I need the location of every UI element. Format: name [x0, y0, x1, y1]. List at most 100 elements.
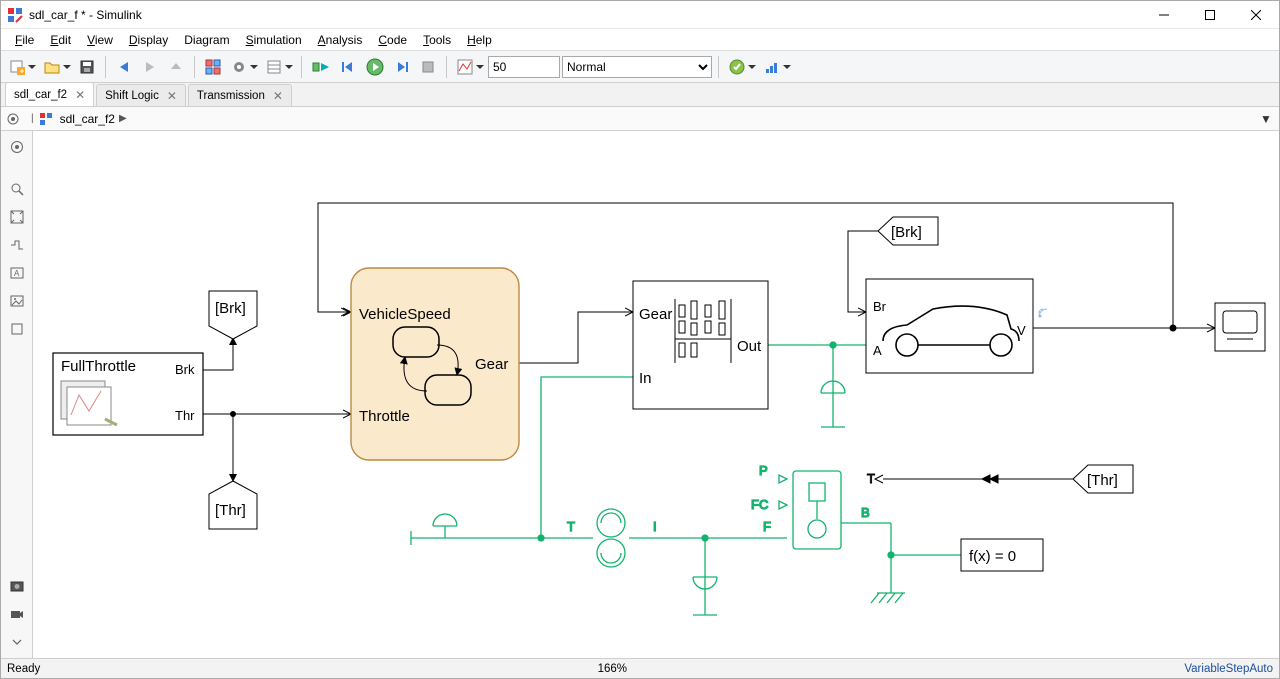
breadcrumb-bar: | sdl_car_f2 ▶ ▼ [1, 107, 1279, 131]
svg-text:P: P [759, 463, 768, 478]
forward-button[interactable] [138, 55, 162, 79]
step-forward-button[interactable] [390, 55, 414, 79]
status-bar: Ready 166% VariableStepAuto [1, 658, 1279, 678]
tab-shift-logic[interactable]: Shift Logic✕ [96, 84, 186, 106]
dropdown-icon [747, 63, 757, 71]
open-button[interactable] [40, 55, 73, 79]
svg-text:A: A [14, 269, 20, 278]
maximize-button[interactable] [1187, 1, 1233, 29]
close-button[interactable] [1233, 1, 1279, 29]
menu-diagram[interactable]: Diagram [176, 31, 237, 49]
fast-restart-button[interactable] [308, 55, 334, 79]
zoom-fit-button[interactable] [5, 177, 29, 201]
block-stateflow-shift-logic[interactable]: VehicleSpeed Throttle Gear [351, 268, 519, 460]
svg-text:Out: Out [737, 338, 762, 355]
block-transmission[interactable]: Gear In Out [633, 281, 768, 409]
svg-text:A: A [873, 343, 882, 358]
menu-help[interactable]: Help [459, 31, 500, 49]
library-browser-button[interactable] [201, 55, 225, 79]
menu-code[interactable]: Code [370, 31, 415, 49]
tab-close-icon[interactable]: ✕ [75, 88, 85, 102]
svg-text:Br: Br [873, 299, 887, 314]
diagram-svg: T [33, 131, 1279, 657]
record-button[interactable] [5, 602, 29, 626]
tab-transmission[interactable]: Transmission✕ [188, 84, 292, 106]
expand-palette-button[interactable] [5, 630, 29, 654]
block-from-thr[interactable]: [Thr] [1073, 465, 1133, 493]
tab-sdl-car-f2[interactable]: sdl_car_f2✕ [5, 82, 94, 106]
svg-text:I: I [653, 519, 657, 534]
dropdown-icon [782, 63, 792, 71]
svg-text:Throttle: Throttle [359, 408, 410, 425]
image-button[interactable] [5, 289, 29, 313]
status-solver[interactable]: VariableStepAuto [1184, 663, 1273, 675]
menu-analysis[interactable]: Analysis [310, 31, 371, 49]
title-bar: sdl_car_f * - Simulink [1, 1, 1279, 29]
simulink-icon [7, 7, 23, 23]
status-ready: Ready [7, 663, 40, 675]
block-goto-brk[interactable]: [Brk] [209, 291, 257, 339]
palette-bar: A [1, 131, 33, 658]
dropdown-icon [62, 63, 72, 71]
dropdown-icon [249, 63, 259, 71]
fit-to-view-button[interactable] [5, 205, 29, 229]
svg-text:FC: FC [751, 497, 768, 512]
status-zoom: 166% [40, 663, 1184, 675]
menu-edit[interactable]: Edit [42, 31, 79, 49]
block-from-brk[interactable]: [Brk] [878, 217, 938, 245]
dropdown-icon [27, 63, 37, 71]
sample-time-button[interactable] [5, 233, 29, 257]
block-scope[interactable] [1215, 303, 1265, 351]
app-window: sdl_car_f * - Simulink File Edit View Di… [0, 0, 1280, 679]
back-button[interactable] [112, 55, 136, 79]
block-vehicle-body[interactable]: Br A V [866, 279, 1047, 373]
model-explorer-button[interactable] [262, 55, 295, 79]
block-solver-configuration[interactable]: f(x) = 0 [961, 539, 1043, 571]
svg-text:Brk: Brk [175, 362, 195, 377]
up-button[interactable] [164, 55, 188, 79]
breadcrumb-root-icon[interactable] [5, 111, 21, 127]
simulation-mode-select[interactable]: Normal [562, 56, 712, 78]
svg-text:[Thr]: [Thr] [215, 502, 246, 519]
svg-text:F: F [763, 519, 771, 534]
stop-time-input[interactable] [488, 56, 560, 78]
svg-text:VehicleSpeed: VehicleSpeed [359, 306, 451, 323]
model-icon[interactable] [38, 111, 54, 127]
run-button[interactable] [362, 55, 388, 79]
svg-text:FullThrottle: FullThrottle [61, 358, 136, 375]
model-advisor-button[interactable] [725, 55, 758, 79]
step-back-button[interactable] [336, 55, 360, 79]
svg-text:Gear: Gear [639, 306, 672, 323]
new-model-button[interactable] [5, 55, 38, 79]
screenshot-button[interactable] [5, 574, 29, 598]
svg-text:T: T [867, 471, 875, 486]
block-fullthrottle[interactable]: FullThrottle Brk Thr [53, 353, 203, 435]
dropdown-icon [284, 63, 294, 71]
hide-show-explorer-button[interactable] [5, 135, 29, 159]
tab-close-icon[interactable]: ✕ [273, 89, 283, 103]
menu-simulation[interactable]: Simulation [238, 31, 310, 49]
svg-text:Gear: Gear [475, 356, 508, 373]
build-button[interactable] [760, 55, 793, 79]
menu-view[interactable]: View [79, 31, 121, 49]
stop-button[interactable] [416, 55, 440, 79]
menu-bar: File Edit View Display Diagram Simulatio… [1, 29, 1279, 51]
config-button[interactable] [227, 55, 260, 79]
dropdown-icon [475, 63, 485, 71]
minimize-button[interactable] [1141, 1, 1187, 29]
signal-viewer-button[interactable] [453, 55, 486, 79]
menu-file[interactable]: File [7, 31, 42, 49]
diagram-canvas[interactable]: T [33, 131, 1279, 658]
breadcrumb-dropdown[interactable]: ▼ [1257, 112, 1275, 126]
save-button[interactable] [75, 55, 99, 79]
annotation-button[interactable]: A [5, 261, 29, 285]
menu-tools[interactable]: Tools [415, 31, 459, 49]
svg-text:[Thr]: [Thr] [1087, 472, 1118, 489]
svg-text:[Brk]: [Brk] [891, 224, 922, 241]
area-button[interactable] [5, 317, 29, 341]
breadcrumb-path[interactable]: sdl_car_f2 [60, 112, 115, 126]
menu-display[interactable]: Display [121, 31, 176, 49]
tab-close-icon[interactable]: ✕ [167, 89, 177, 103]
block-goto-thr[interactable]: [Thr] [209, 481, 257, 529]
toolbar: Normal [1, 51, 1279, 83]
